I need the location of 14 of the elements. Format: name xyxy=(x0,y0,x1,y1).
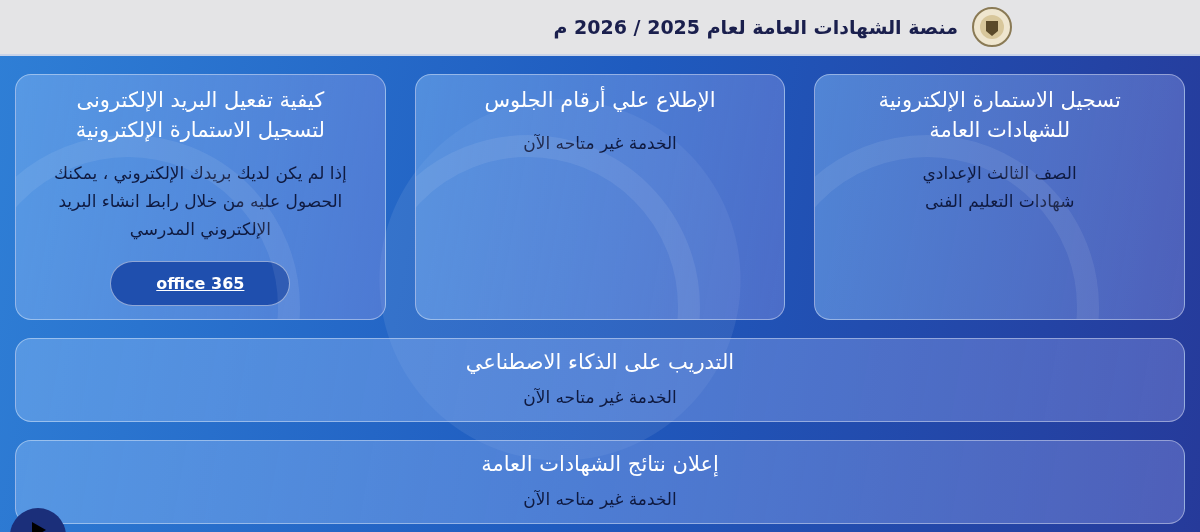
card-title: إعلان نتائج الشهادات العامة xyxy=(480,451,720,479)
page-title: منصة الشهادات العامة لعام 2025 / 2026 م xyxy=(553,16,958,38)
card-title: التدريب على الذكاء الاصطناعي xyxy=(464,349,736,376)
card-title: الإطلاع علي أرقام الجلوس xyxy=(483,85,717,114)
card-text: الصف الثالث الإعدادي xyxy=(921,162,1078,186)
card-text: الخدمة غير متاحه الآن xyxy=(522,386,678,409)
card-title: تسجيل الاستمارة الإلكترونية للشهادات العامة xyxy=(877,87,1122,144)
card-text: إذا لم يكن لديك بريدك الإلكتروني ، يمكنك الحصول عليه من خلال رابط انشاء البريد الإلكتروني المدرسي xyxy=(52,162,348,242)
card-title: كيفية تفعيل البريد الإلكترونى لتسجيل الاستمارة الإلكترونية xyxy=(74,87,326,144)
play-icon[interactable] xyxy=(10,508,66,532)
card-text: الخدمة غير متاحه الآن xyxy=(522,132,678,155)
card-text: شهادات التعليم الفنى xyxy=(923,190,1076,214)
card-text: الخدمة غير متاحه الآن xyxy=(522,488,678,511)
emblem-logo xyxy=(972,5,1012,49)
